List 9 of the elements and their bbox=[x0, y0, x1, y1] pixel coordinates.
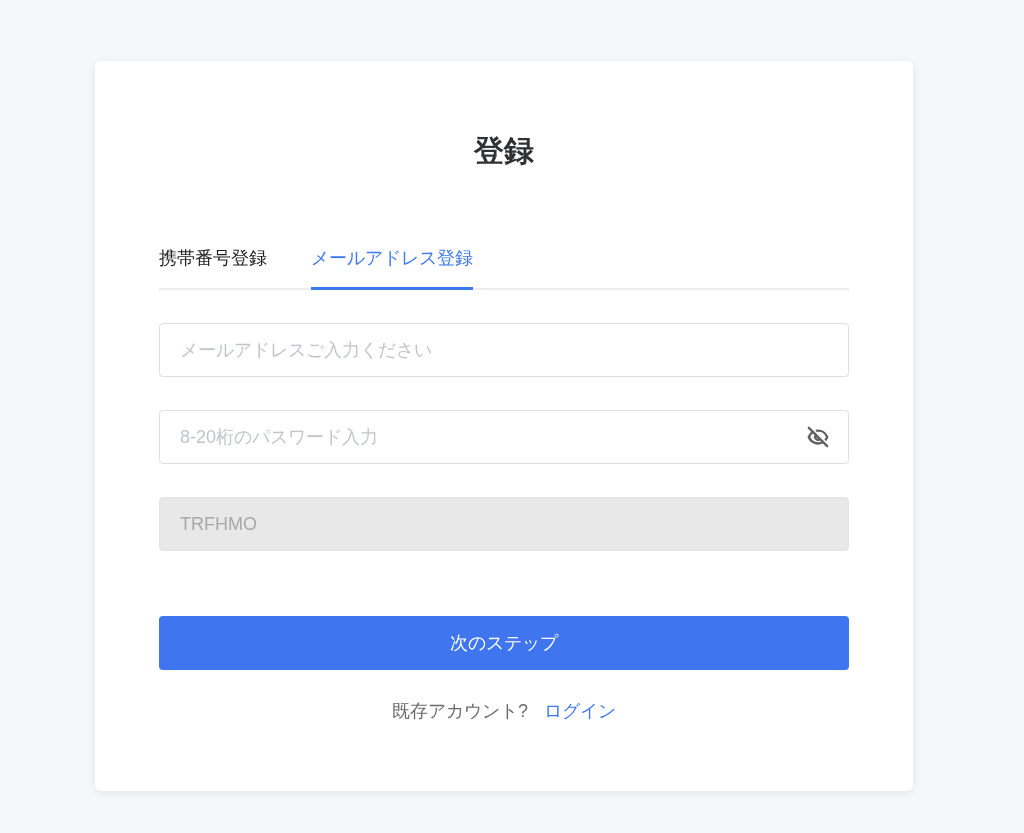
login-link[interactable]: ログイン bbox=[544, 699, 616, 723]
existing-account-prompt: 既存アカウント? bbox=[392, 700, 528, 723]
next-step-button[interactable]: 次のステップ bbox=[159, 616, 849, 670]
password-field[interactable]: 8-20桁のパスワード入力 bbox=[159, 410, 849, 464]
tab[interactable]: メールアドレス登録 bbox=[311, 245, 473, 290]
page-title: 登録 bbox=[472, 133, 535, 169]
eye-slash-icon[interactable] bbox=[807, 426, 829, 448]
tab[interactable]: 携帯番号登録 bbox=[159, 245, 267, 290]
email-field[interactable]: メールアドレスご入力ください bbox=[159, 323, 849, 377]
